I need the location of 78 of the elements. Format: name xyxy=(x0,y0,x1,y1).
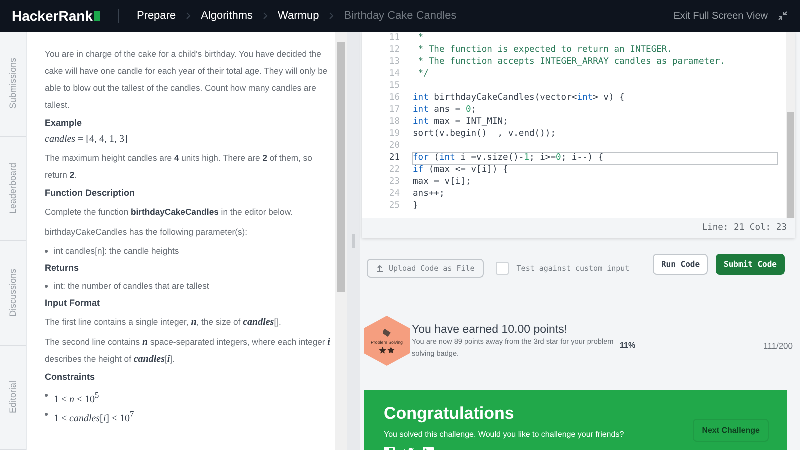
section-heading: Input Format xyxy=(45,298,101,308)
code-line: */ xyxy=(417,68,430,80)
side-tab[interactable]: Discussions xyxy=(0,241,26,346)
line-number: 24 xyxy=(388,189,401,199)
breadcrumb-link[interactable]: Algorithms xyxy=(201,10,254,22)
line-number: 18 xyxy=(388,117,401,127)
code-line: * xyxy=(417,32,425,44)
line-number: 13 xyxy=(388,57,401,67)
collapse-icon[interactable] xyxy=(778,11,788,21)
math-expression: candles = [4, 4, 1, 3] xyxy=(45,134,129,145)
description-text: The first line contains a single integer, n, the size of candles[]. xyxy=(45,316,282,330)
code-editor[interactable] xyxy=(362,32,795,238)
constraint-text: 1 ≤ n ≤ 10$^{5}$ xyxy=(54,390,100,408)
scrollbar[interactable] xyxy=(786,32,795,218)
section-heading: Returns xyxy=(45,263,80,273)
section-heading: Example xyxy=(45,118,84,128)
submit-button[interactable]: Submit Code xyxy=(716,254,785,275)
chevron-icon xyxy=(263,12,268,20)
line-number: 25 xyxy=(388,201,401,211)
side-tab[interactable]: Submissions xyxy=(0,32,26,136)
two-stars-icon xyxy=(379,346,395,354)
constraint-text: 1 ≤ candles[i] ≤ 10$^{7}$ xyxy=(54,409,134,427)
code-line: ans++; xyxy=(412,188,446,200)
line-number: 17 xyxy=(388,105,401,115)
points-title: You have earned 10.00 points! xyxy=(412,324,569,336)
code-line: * The function accepts INTEGER_ARRAY candles as parameter. xyxy=(417,56,726,68)
exit-fullscreen-link[interactable]: Exit Full Screen View xyxy=(674,10,768,22)
section-heading: Function Description xyxy=(45,188,136,198)
line-number: 16 xyxy=(388,93,401,103)
code-line: max = v[i]; xyxy=(412,176,472,188)
section-heading: Constraints xyxy=(45,372,96,382)
run-button[interactable]: Run Code xyxy=(653,254,708,275)
upload-icon xyxy=(376,264,384,272)
code-line: * The function is expected to return an INTEGER. xyxy=(417,44,674,56)
score-text: 111/200 xyxy=(764,341,793,351)
description-text: birthdayCakeCandles has the following parameter(s): xyxy=(45,226,249,239)
line-number: 14 xyxy=(388,69,401,79)
code-line: } xyxy=(412,200,420,212)
code-line: int ans = 0; xyxy=(412,104,478,116)
line-number: 20 xyxy=(388,141,401,151)
code-line: sort(v.begin() , v.end()); xyxy=(412,128,557,140)
bullet-icon xyxy=(45,285,48,288)
bullet-text: int: the number of candles that are tallest xyxy=(54,280,210,293)
bullet-icon xyxy=(45,250,48,253)
next-challenge-button[interactable]: Next Challenge xyxy=(693,419,769,442)
bullet-text: int candles[n]: the candle heights xyxy=(54,245,180,258)
description-text: Complete the function birthdayCakeCandles in the editor below. xyxy=(45,206,294,219)
bullet-icon xyxy=(45,413,48,416)
banner-title: Congratulations xyxy=(384,404,516,424)
side-tab[interactable]: Leaderboard xyxy=(0,136,26,241)
description-text: The second line contains n space-separated integers, where each integer i describes the height of candles[i]. xyxy=(45,336,332,367)
banner-message: You solved this challenge. Would you like to challenge your friends? xyxy=(384,430,624,439)
hammer-icon xyxy=(382,328,392,336)
line-number: 15 xyxy=(388,81,401,91)
chevron-icon xyxy=(329,12,334,20)
description-text: You are in charge of the cake for a child's birthday. You have decided the cake will have one candle for each year of their total age. They will only be able to blow out the tallest of the candles. Count how many candles are tallest. xyxy=(45,48,329,112)
breadcrumb-link[interactable]: Birthday Cake Candles xyxy=(344,10,457,22)
cursor-position: Line: 21 Col: 23 xyxy=(362,218,795,238)
line-number: 19 xyxy=(388,129,401,139)
code-line: int birthdayCakeCandles(vector<int> v) { xyxy=(412,92,626,104)
progress-percent: 11% xyxy=(620,341,636,350)
scrollbar[interactable] xyxy=(335,32,347,450)
code-line: if (max <= v[i]) { xyxy=(412,164,510,176)
bullet-icon xyxy=(45,394,48,397)
line-number: 23 xyxy=(388,177,401,187)
chevron-icon xyxy=(186,12,192,20)
line-number: 22 xyxy=(388,165,401,175)
resize-handle[interactable] xyxy=(347,32,360,450)
line-number: 12 xyxy=(388,45,401,55)
checkbox[interactable] xyxy=(496,262,509,275)
side-tab[interactable]: Editorial xyxy=(0,346,26,450)
code-line: int max = INT_MIN; xyxy=(412,116,510,128)
breadcrumb-link[interactable]: Prepare xyxy=(136,10,176,22)
description-text: The maximum height candles are 4 units high. There are 2 of them, so return 2. xyxy=(45,152,314,182)
logo[interactable]: HackerRank xyxy=(12,8,100,24)
line-number: 11 xyxy=(388,33,401,43)
breadcrumb-link[interactable]: Warmup xyxy=(278,10,320,22)
line-number: 21 xyxy=(388,153,401,163)
